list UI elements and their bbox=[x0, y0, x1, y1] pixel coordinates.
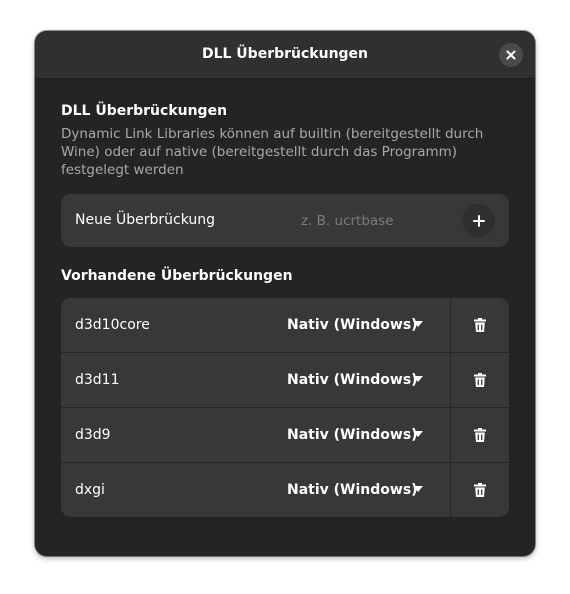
chevron-down-icon bbox=[413, 321, 423, 327]
trash-icon bbox=[474, 428, 486, 442]
existing-overrides-heading: Vorhandene Überbrückungen bbox=[61, 268, 293, 284]
new-override-row: Neue Überbrückung bbox=[61, 194, 509, 247]
existing-overrides-list: d3d10core Nativ (Windows) d3d11 Nativ (W… bbox=[61, 298, 509, 517]
mode-dropdown[interactable]: Nativ (Windows) bbox=[277, 353, 437, 407]
dll-name: d3d11 bbox=[75, 372, 120, 388]
intro-description: Dynamic Link Libraries können auf builti… bbox=[61, 126, 484, 178]
mode-dropdown[interactable]: Nativ (Windows) bbox=[277, 298, 437, 352]
mode-label: Nativ (Windows) bbox=[287, 372, 418, 388]
plus-icon bbox=[472, 214, 485, 227]
chevron-down-icon bbox=[413, 376, 423, 382]
mode-dropdown[interactable]: Nativ (Windows) bbox=[277, 408, 437, 462]
dll-name: dxgi bbox=[75, 482, 105, 498]
list-item: d3d10core Nativ (Windows) bbox=[61, 298, 509, 353]
trash-icon bbox=[474, 483, 486, 497]
new-override-label: Neue Überbrückung bbox=[75, 212, 216, 228]
dll-name: d3d10core bbox=[75, 317, 150, 333]
delete-button[interactable] bbox=[451, 353, 509, 407]
close-icon bbox=[506, 50, 516, 60]
add-override-button[interactable] bbox=[462, 204, 495, 237]
list-item: d3d9 Nativ (Windows) bbox=[61, 408, 509, 463]
new-override-input[interactable] bbox=[293, 207, 469, 234]
chevron-down-icon bbox=[413, 486, 423, 492]
close-button[interactable] bbox=[499, 43, 523, 67]
trash-icon bbox=[474, 318, 486, 332]
list-item: d3d11 Nativ (Windows) bbox=[61, 353, 509, 408]
mode-label: Nativ (Windows) bbox=[287, 317, 418, 333]
intro-section: DLL Überbrückungen Dynamic Link Librarie… bbox=[61, 103, 509, 179]
window-title: DLL Überbrückungen bbox=[201, 46, 369, 62]
delete-button[interactable] bbox=[451, 463, 509, 517]
mode-label: Nativ (Windows) bbox=[287, 427, 418, 443]
intro-heading: DLL Überbrückungen bbox=[61, 103, 228, 119]
headerbar: DLL Überbrückungen bbox=[35, 31, 535, 79]
mode-dropdown[interactable]: Nativ (Windows) bbox=[277, 463, 437, 517]
delete-button[interactable] bbox=[451, 298, 509, 352]
trash-icon bbox=[474, 373, 486, 387]
dll-overrides-dialog: DLL Überbrückungen DLL Überbrückungen Dy… bbox=[35, 31, 535, 556]
chevron-down-icon bbox=[413, 431, 423, 437]
mode-label: Nativ (Windows) bbox=[287, 482, 418, 498]
delete-button[interactable] bbox=[451, 408, 509, 462]
list-item: dxgi Nativ (Windows) bbox=[61, 463, 509, 517]
dll-name: d3d9 bbox=[75, 427, 111, 443]
